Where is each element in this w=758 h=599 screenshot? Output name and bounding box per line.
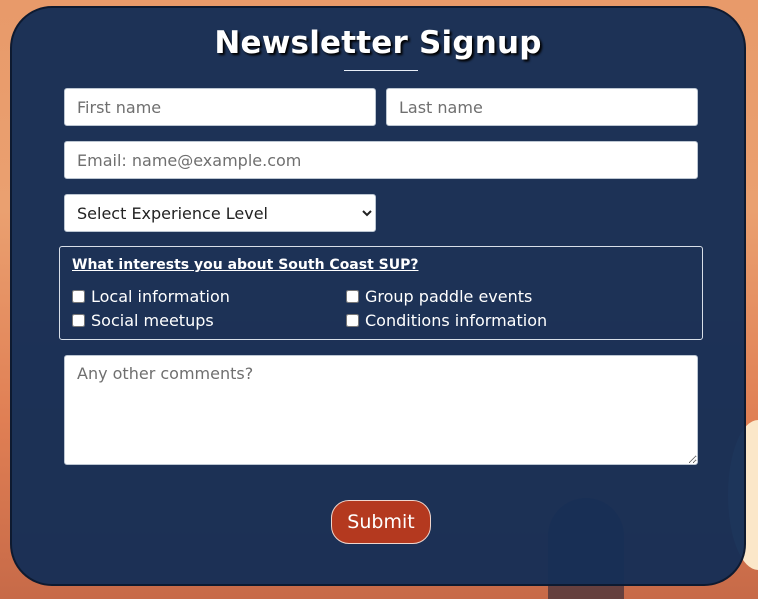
interest-label: Conditions information xyxy=(365,311,548,330)
interest-option-social-meetups[interactable]: Social meetups xyxy=(72,311,214,330)
newsletter-signup-form: Newsletter Signup Select Experience Leve… xyxy=(10,6,746,586)
form-title: Newsletter Signup xyxy=(214,25,542,61)
comments-textarea[interactable] xyxy=(64,355,698,465)
submit-button[interactable]: Submit xyxy=(331,500,431,544)
interest-checkbox-local-information[interactable] xyxy=(72,290,85,303)
email-input[interactable] xyxy=(64,141,698,179)
interest-label: Local information xyxy=(91,287,230,306)
interest-option-local-information[interactable]: Local information xyxy=(72,287,230,306)
interest-checkbox-social-meetups[interactable] xyxy=(72,314,85,327)
title-underline xyxy=(344,70,418,71)
interest-label: Social meetups xyxy=(91,311,214,330)
interest-checkbox-conditions-information[interactable] xyxy=(346,314,359,327)
interest-option-conditions-information[interactable]: Conditions information xyxy=(346,311,547,330)
interests-fieldset: What interests you about South Coast SUP… xyxy=(59,246,703,340)
experience-level-select[interactable]: Select Experience Level xyxy=(64,194,376,232)
first-name-input[interactable] xyxy=(64,88,376,126)
interests-legend: What interests you about South Coast SUP… xyxy=(72,257,419,273)
interest-label: Group paddle events xyxy=(365,287,533,306)
interest-checkbox-group-paddle-events[interactable] xyxy=(346,290,359,303)
last-name-input[interactable] xyxy=(386,88,698,126)
interest-option-group-paddle-events[interactable]: Group paddle events xyxy=(346,287,532,306)
